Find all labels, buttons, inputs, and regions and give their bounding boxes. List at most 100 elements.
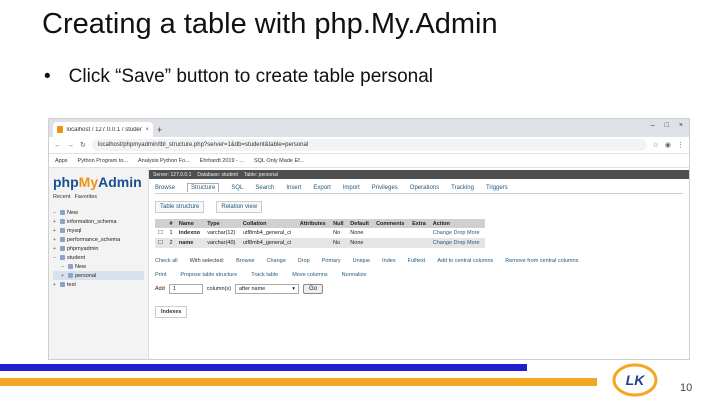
bookmark-item[interactable]: Analysis Python Fo...: [138, 158, 190, 164]
tab-export[interactable]: Export: [313, 185, 330, 191]
browse-selected-button[interactable]: Browse: [236, 258, 254, 264]
db-icon: [60, 246, 65, 251]
go-button[interactable]: Go: [302, 284, 323, 294]
add-central-columns-button[interactable]: Add to central columns: [437, 258, 493, 264]
move-columns-link[interactable]: Move columns: [292, 272, 327, 278]
tree-item-new[interactable]: – New: [53, 208, 144, 217]
tree-item-information-schema[interactable]: + information_schema: [53, 217, 144, 226]
breadcrumb-database[interactable]: Database: student: [197, 172, 238, 178]
logo-text: LK: [626, 372, 646, 388]
reload-icon[interactable]: ↻: [80, 141, 86, 149]
bookmarks-bar: Apps Python Program to... Analysis Pytho…: [49, 154, 689, 168]
drop-link[interactable]: Drop: [454, 240, 466, 246]
drop-selected-button[interactable]: Drop: [298, 258, 310, 264]
more-link[interactable]: More: [467, 230, 480, 236]
primary-button[interactable]: Primary: [322, 258, 341, 264]
pma-favicon-icon: [57, 126, 64, 133]
tab-operations[interactable]: Operations: [410, 185, 439, 191]
bookmark-item[interactable]: Ehrhardt 2019 - ...: [200, 158, 244, 164]
index-button[interactable]: Index: [382, 258, 395, 264]
row-comments: [373, 238, 410, 248]
normalize-link[interactable]: Normalize: [342, 272, 367, 278]
star-icon[interactable]: ☆: [653, 141, 659, 149]
breadcrumb-table[interactable]: Table: personal: [244, 172, 278, 178]
tab-browse[interactable]: Browse: [155, 185, 175, 191]
add-count-input[interactable]: 1: [168, 284, 203, 294]
back-icon[interactable]: ←: [54, 142, 61, 149]
tab-relation-view[interactable]: Relation view: [216, 200, 263, 213]
change-link[interactable]: Change: [433, 240, 452, 246]
row-null: No: [330, 238, 348, 248]
add-label: Add: [155, 286, 165, 292]
table-actions: Print Propose table structure Track tabl…: [155, 272, 683, 278]
table-row: ☐ 2 name varchar(40) utf8mb4_general_ci …: [155, 238, 485, 248]
propose-structure-link[interactable]: Propose table structure: [180, 272, 237, 278]
tree-item-student-new[interactable]: – New: [53, 262, 144, 271]
tab-table-structure[interactable]: Table structure: [155, 200, 205, 213]
fulltext-button[interactable]: Fulltext: [408, 258, 426, 264]
structure-sub-tabs: Table structure Relation view: [155, 200, 683, 213]
db-icon: [60, 255, 65, 260]
row-checkbox[interactable]: ☐: [158, 230, 163, 236]
page-number: 10: [680, 382, 693, 394]
row-collation: utf8mb4_general_ci: [239, 228, 297, 238]
new-tab-button[interactable]: +: [157, 122, 162, 137]
tree-item-mysql[interactable]: + mysql: [53, 226, 144, 235]
unique-button[interactable]: Unique: [353, 258, 370, 264]
phpmyadmin-app: phpMyAdmin Recent Favorites – New + inform…: [49, 168, 689, 359]
close-window-icon[interactable]: ×: [679, 122, 683, 129]
change-link[interactable]: Change: [433, 230, 452, 236]
bookmark-item[interactable]: Python Program to...: [78, 158, 128, 164]
menu-dots-icon[interactable]: ⋮: [677, 141, 684, 149]
tab-import[interactable]: Import: [343, 185, 360, 191]
url-input[interactable]: localhost/phpmyadmin/tbl_structure.php?s…: [91, 139, 647, 151]
track-table-link[interactable]: Track table: [251, 272, 278, 278]
change-selected-button[interactable]: Change: [267, 258, 286, 264]
tab-privileges[interactable]: Privileges: [372, 185, 398, 191]
tab-close-icon[interactable]: ×: [145, 127, 149, 133]
pma-menu-tabs: Browse Structure SQL Search Insert Expor…: [155, 182, 683, 194]
check-all-link[interactable]: Check all: [155, 258, 178, 264]
col-header: Collation: [239, 219, 297, 228]
drop-link[interactable]: Drop: [454, 230, 466, 236]
col-header: Comments: [373, 219, 410, 228]
recent-tab[interactable]: Recent: [53, 194, 70, 200]
breadcrumb-server[interactable]: Server: 127.0.0.1: [153, 172, 191, 178]
tab-sql[interactable]: SQL: [231, 185, 243, 191]
bookmark-item[interactable]: SQL Only Made Ef...: [254, 158, 304, 164]
bookmark-item[interactable]: Apps: [55, 158, 68, 164]
tab-structure[interactable]: Structure: [187, 183, 220, 192]
logo-admin: Admin: [98, 174, 142, 190]
tree-item-performance-schema[interactable]: + performance_schema: [53, 235, 144, 244]
remove-central-columns-button[interactable]: Remove from central columns: [505, 258, 578, 264]
tab-tracking[interactable]: Tracking: [451, 185, 474, 191]
indexes-section[interactable]: Indexes: [155, 306, 188, 318]
more-link[interactable]: More: [467, 240, 480, 246]
browser-tab[interactable]: localhost / 127.0.0.1 / student / ... ×: [53, 122, 153, 137]
position-select[interactable]: after name ▾: [234, 284, 299, 294]
favorites-tab[interactable]: Favorites: [74, 194, 97, 200]
tab-triggers[interactable]: Triggers: [486, 185, 508, 191]
tree-item-test[interactable]: + test: [53, 280, 144, 289]
table-icon: [68, 273, 73, 278]
row-checkbox[interactable]: ☐: [158, 240, 163, 246]
maximize-icon[interactable]: □: [665, 122, 669, 129]
row-type: varchar(40): [204, 238, 240, 248]
col-header: #: [166, 219, 176, 228]
extension-icon[interactable]: ◉: [665, 141, 671, 149]
print-link[interactable]: Print: [155, 272, 166, 278]
col-header[interactable]: Name: [175, 219, 205, 228]
row-extra: [409, 238, 430, 248]
tab-insert[interactable]: Insert: [286, 185, 301, 191]
browser-tab-bar: localhost / 127.0.0.1 / student / ... × …: [49, 119, 689, 137]
tab-search[interactable]: Search: [255, 185, 274, 191]
url-text: localhost/phpmyadmin/tbl_structure.php?s…: [97, 142, 309, 148]
tree-item-phpmyadmin[interactable]: + phpmyadmin: [53, 244, 144, 253]
pma-logo[interactable]: phpMyAdmin: [53, 174, 144, 190]
row-extra: [409, 228, 430, 238]
tree-item-student[interactable]: – student: [53, 253, 144, 262]
forward-icon[interactable]: →: [67, 142, 74, 149]
minimize-icon[interactable]: –: [651, 122, 655, 129]
add-unit-label: column(s): [206, 286, 231, 292]
tree-item-personal[interactable]: + personal: [53, 271, 144, 280]
